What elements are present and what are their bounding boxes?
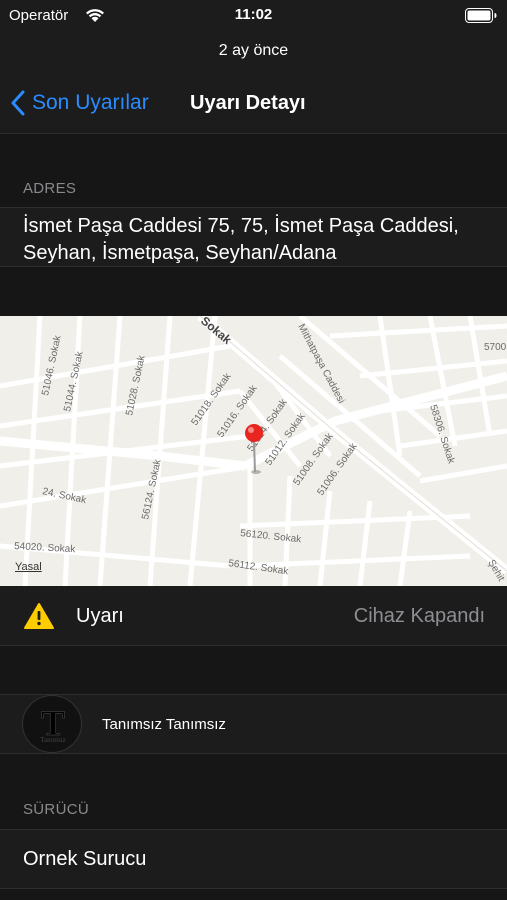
warning-icon bbox=[24, 603, 54, 629]
driver-value: Ornek Surucu bbox=[23, 848, 147, 870]
battery-icon bbox=[465, 8, 497, 23]
address-section-header: ADRES bbox=[23, 180, 77, 197]
location-map[interactable]: 51046. Sokak 51044. Sokak 51028. Sokak 5… bbox=[0, 316, 507, 586]
address-cell: İsmet Paşa Caddesi 75, 75, İsmet Paşa Ca… bbox=[0, 207, 507, 267]
driver-section-header: SÜRÜCÜ bbox=[23, 801, 89, 818]
back-button[interactable]: Son Uyarılar bbox=[10, 88, 149, 118]
avatar-caption: Tanımsız bbox=[40, 736, 66, 744]
alert-label: Uyarı bbox=[76, 605, 124, 627]
map-canvas: 51046. Sokak 51044. Sokak 51028. Sokak 5… bbox=[0, 316, 507, 586]
navigation-bar: Son Uyarılar Uyarı Detayı bbox=[0, 70, 507, 134]
time-ago-prompt: 2 ay önce bbox=[0, 30, 507, 70]
back-button-label: Son Uyarılar bbox=[32, 91, 149, 114]
back-chevron-icon bbox=[11, 90, 25, 116]
address-text: İsmet Paşa Caddesi 75, 75, İsmet Paşa Ca… bbox=[23, 215, 459, 264]
status-bar: Operatör 11:02 bbox=[0, 0, 507, 30]
clock-time: 11:02 bbox=[234, 6, 273, 23]
page-title: Uyarı Detayı bbox=[190, 92, 306, 114]
driver-name: Tanımsız Tanımsız bbox=[102, 716, 226, 733]
map-street-label: 5700 bbox=[484, 342, 507, 353]
driver-value-cell: Ornek Surucu bbox=[0, 829, 507, 889]
alert-value: Cihaz Kapandı bbox=[353, 605, 485, 627]
map-legal-link[interactable]: Yasal bbox=[15, 561, 42, 573]
driver-cell[interactable]: T Tanımsız Tanımsız Tanımsız bbox=[0, 694, 507, 754]
avatar: T Tanımsız bbox=[22, 695, 82, 753]
alert-cell: Uyarı Cihaz Kapandı bbox=[0, 586, 507, 646]
